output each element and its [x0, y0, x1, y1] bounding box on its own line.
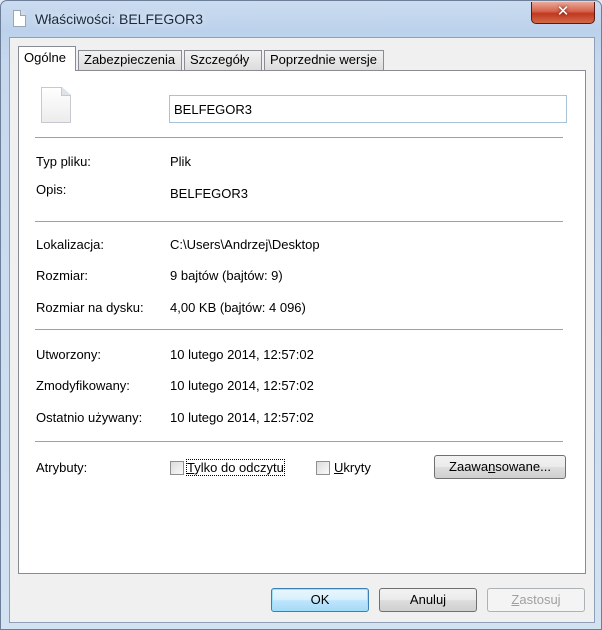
separator [35, 329, 563, 330]
size-label: Rozmiar: [36, 268, 89, 283]
size-on-disk-label: Rozmiar na dysku: [36, 300, 144, 315]
description-label: Opis: [36, 182, 67, 197]
tab-general[interactable]: Ogólne [18, 46, 76, 71]
size-on-disk-value: 4,00 KB (bajtów: 4 096) [170, 300, 306, 315]
file-icon [13, 10, 26, 27]
modified-label: Zmodyfikowany: [36, 378, 130, 393]
tab-previous-versions[interactable]: Poprzednie wersje [264, 50, 384, 70]
file-icon [41, 87, 71, 123]
tab-security[interactable]: Zabezpieczenia [78, 50, 182, 70]
apply-label-text: astosuj [519, 592, 561, 607]
dialog-body: Ogólne Zabezpieczenia Szczegóły Poprzedn… [9, 37, 595, 623]
separator [35, 221, 563, 222]
separator [35, 441, 563, 442]
file-type-value: Plik [170, 154, 191, 169]
hidden-checkbox-label[interactable]: Ukryty [334, 460, 371, 475]
file-type-label: Typ pliku: [36, 154, 91, 169]
accessed-label: Ostatnio używany: [36, 410, 143, 425]
location-label: Lokalizacja: [36, 237, 104, 252]
window-title: Właściwości: BELFEGOR3 [35, 11, 204, 27]
file-name-input[interactable] [169, 95, 567, 123]
location-value: C:\Users\Andrzej\Desktop [170, 237, 320, 252]
close-button[interactable]: ✕ [531, 2, 595, 24]
ok-button[interactable]: OK [271, 588, 369, 612]
modified-value: 10 lutego 2014, 12:57:02 [170, 378, 314, 393]
description-value: BELFEGOR3 [170, 186, 249, 201]
tab-details[interactable]: Szczegóły [184, 50, 262, 70]
attributes-label: Atrybuty: [36, 460, 88, 475]
hidden-label-text: kryty [343, 460, 371, 475]
size-value: 9 bajtów (bajtów: 9) [170, 268, 283, 283]
created-value: 10 lutego 2014, 12:57:02 [170, 347, 314, 362]
properties-window: Właściwości: BELFEGOR3 ✕ Ogólne Zabezpie… [0, 0, 602, 630]
cancel-button[interactable]: Anuluj [379, 588, 477, 612]
advanced-label-post: sowane... [495, 459, 551, 474]
accessed-value: 10 lutego 2014, 12:57:02 [170, 410, 314, 425]
created-label: Utworzony: [36, 347, 102, 362]
advanced-label-pre: Zaawa [449, 459, 489, 474]
close-icon: ✕ [556, 3, 570, 20]
title-bar[interactable]: Właściwości: BELFEGOR3 ✕ [1, 1, 601, 37]
readonly-label-text: ylko do odczytu [194, 460, 284, 475]
hidden-checkbox[interactable] [316, 461, 330, 475]
advanced-button[interactable]: Zaawansowane... [434, 455, 566, 479]
mnemonic: U [334, 460, 344, 475]
separator [35, 137, 563, 138]
readonly-checkbox-label[interactable]: Tylko do odczytu [186, 459, 285, 476]
general-tab-panel: Typ pliku: Plik Opis: BELFEGOR3 Lokaliza… [18, 70, 586, 574]
readonly-checkbox[interactable] [170, 461, 184, 475]
apply-button[interactable]: Zastosuj [487, 588, 585, 612]
